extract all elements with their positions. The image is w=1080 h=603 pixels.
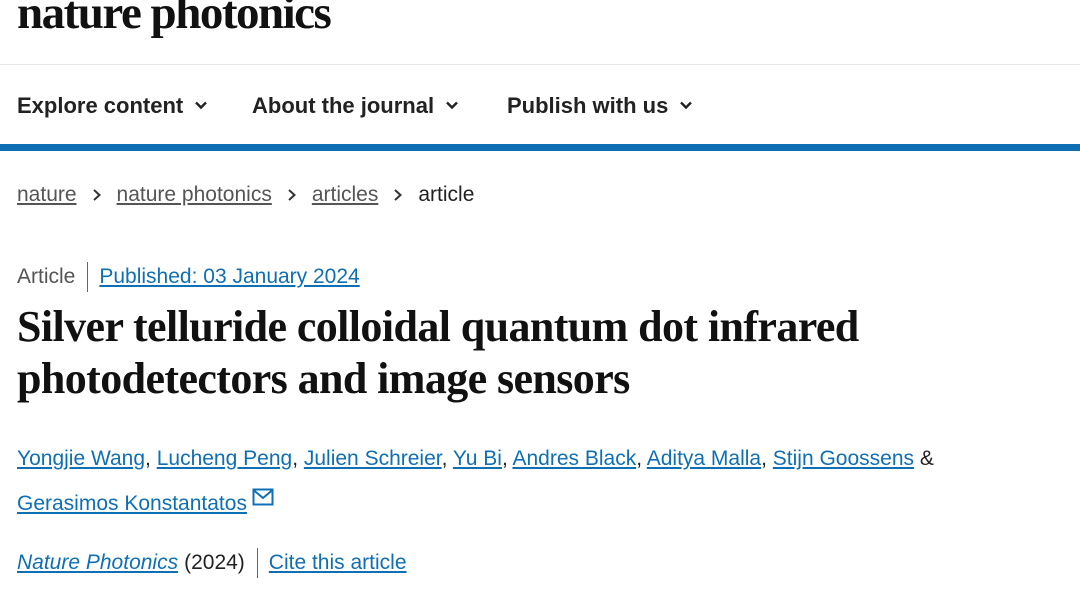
chevron-right-icon bbox=[92, 189, 101, 201]
author-list: Yongjie Wang, Lucheng Peng, Julien Schre… bbox=[17, 447, 934, 515]
mail-icon[interactable] bbox=[252, 488, 274, 506]
meta-divider bbox=[87, 262, 89, 292]
nav-about-journal[interactable]: About the journal bbox=[252, 93, 460, 119]
article-title: Silver telluride colloidal quantum dot i… bbox=[17, 302, 859, 403]
journal-link[interactable]: Nature Photonics bbox=[17, 551, 178, 575]
nav-explore-content[interactable]: Explore content bbox=[17, 93, 209, 119]
author-link[interactable]: Yu Bi bbox=[453, 447, 502, 470]
nav-label: Explore content bbox=[17, 93, 184, 118]
cite-this-article-link[interactable]: Cite this article bbox=[269, 551, 407, 575]
author-link[interactable]: Yongjie Wang bbox=[17, 447, 145, 470]
author-link[interactable]: Andres Black bbox=[512, 447, 636, 470]
chevron-down-icon bbox=[680, 101, 693, 110]
breadcrumb-current: article bbox=[418, 183, 475, 206]
citation-row: Nature Photonics (2024) Cite this articl… bbox=[17, 548, 407, 578]
author-link[interactable]: Aditya Malla bbox=[647, 447, 761, 470]
chevron-down-icon bbox=[195, 101, 208, 110]
chevron-down-icon bbox=[446, 101, 458, 110]
author-link[interactable]: Julien Schreier bbox=[304, 447, 442, 470]
publication-year: (2024) bbox=[184, 551, 245, 574]
chevron-right-icon bbox=[288, 189, 296, 201]
author-link[interactable]: Stijn Goossens bbox=[773, 447, 914, 470]
nav-divider bbox=[0, 144, 1080, 151]
corresponding-author-link[interactable]: Gerasimos Konstantatos bbox=[17, 492, 247, 515]
author-link[interactable]: Lucheng Peng bbox=[157, 447, 292, 470]
published-date-link[interactable]: Published: 03 January 2024 bbox=[99, 265, 359, 289]
nav-label: About the journal bbox=[252, 93, 435, 118]
main-nav: Explore content About the journal Publis… bbox=[0, 65, 1080, 145]
nav-label: Publish with us bbox=[507, 93, 669, 118]
article-type: Article bbox=[17, 265, 76, 288]
breadcrumb-articles[interactable]: articles bbox=[312, 183, 379, 207]
site-logo[interactable]: nature photonics bbox=[17, 0, 332, 37]
author-conjunction: & bbox=[919, 447, 934, 470]
breadcrumb-nature-photonics[interactable]: nature photonics bbox=[117, 183, 272, 207]
meta-divider bbox=[256, 548, 258, 578]
chevron-right-icon bbox=[394, 189, 403, 201]
breadcrumb-nature[interactable]: nature bbox=[17, 183, 77, 207]
nav-publish-with-us[interactable]: Publish with us bbox=[507, 93, 694, 119]
header-logo-bar: nature photonics bbox=[0, 0, 1080, 65]
article-meta: Article Published: 03 January 2024 bbox=[17, 262, 360, 292]
breadcrumb: nature nature photonics articles article bbox=[17, 183, 474, 207]
